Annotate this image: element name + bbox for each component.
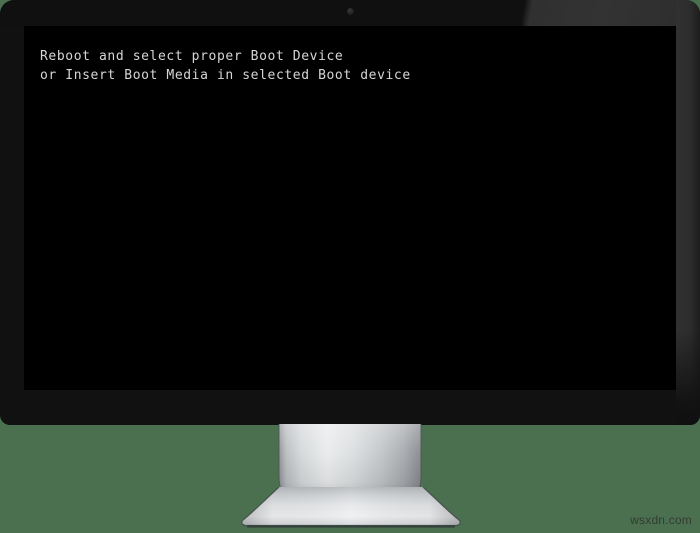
bezel-right-shadow (676, 330, 700, 425)
monitor-bezel: Reboot and select proper Boot Device or … (0, 0, 700, 425)
webcam-icon (347, 8, 354, 15)
stand-base (240, 487, 462, 531)
monitor-scene: Reboot and select proper Boot Device or … (0, 0, 700, 533)
site-watermark: wsxdn.com (630, 513, 692, 527)
monitor-screen: Reboot and select proper Boot Device or … (24, 26, 676, 390)
boot-error-message: Reboot and select proper Boot Device or … (40, 49, 411, 83)
